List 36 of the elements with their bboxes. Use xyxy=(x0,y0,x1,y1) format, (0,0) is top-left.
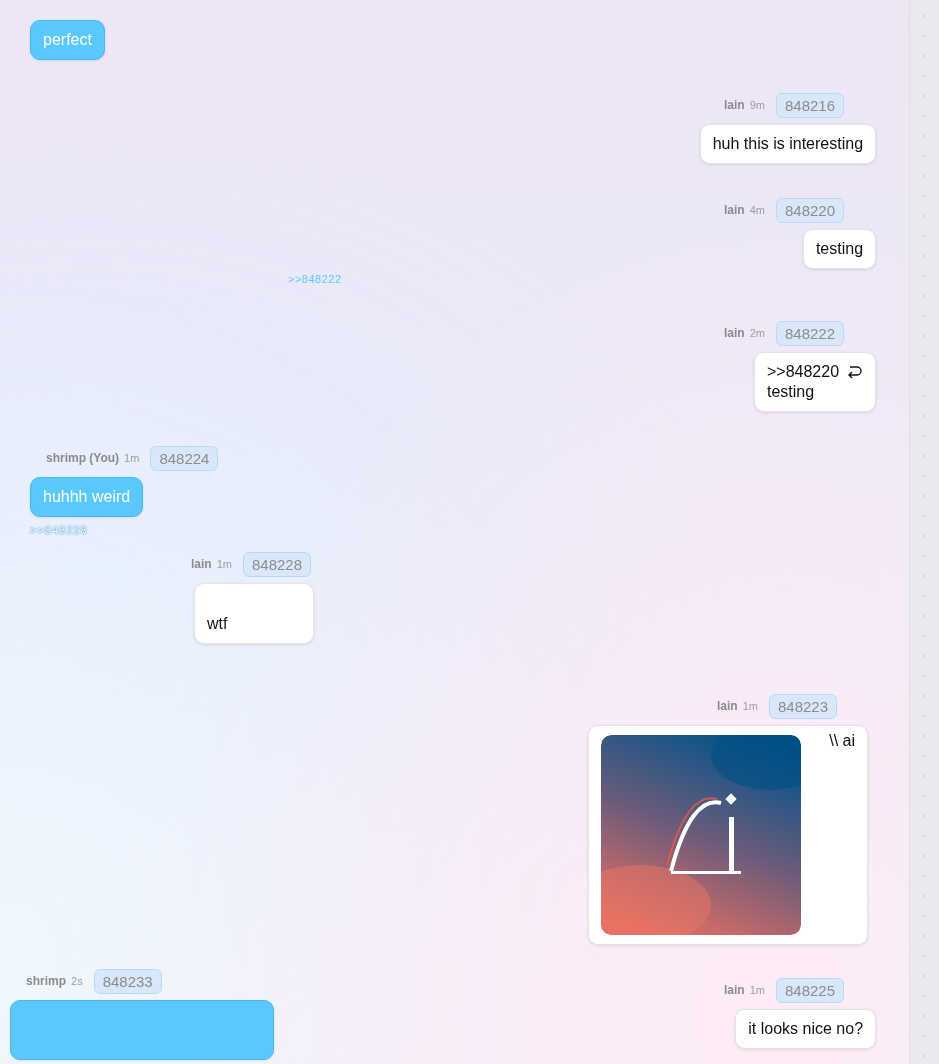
timestamp: 2m xyxy=(749,327,765,339)
post-id-badge[interactable]: 848216 xyxy=(775,92,845,118)
post-id-badge[interactable]: 848222 xyxy=(775,320,845,346)
timestamp: 1m xyxy=(749,984,765,996)
post-id-badge[interactable]: 848228 xyxy=(242,551,311,577)
reply-arrow-icon[interactable] xyxy=(847,365,864,379)
post-id-badge[interactable]: 848233 xyxy=(93,968,162,994)
author-name: lain xyxy=(724,326,745,340)
quote-link[interactable]: >>848220 xyxy=(766,362,840,382)
timestamp: 1m xyxy=(216,558,232,570)
post-id-badge[interactable]: 848225 xyxy=(775,977,845,1003)
timestamp: 4m xyxy=(749,204,765,216)
author-name: lain xyxy=(724,98,745,112)
message-text: huhhh weird xyxy=(43,487,131,507)
timestamp: 1m xyxy=(124,452,140,464)
post-id-badge[interactable]: 848223 xyxy=(768,693,838,719)
message-text: it looks nice no? xyxy=(748,1019,864,1039)
timestamp: 2s xyxy=(71,975,83,987)
backlink[interactable]: >>848222 xyxy=(288,273,342,285)
author-name: lain xyxy=(724,203,745,217)
author-name: lain xyxy=(191,557,212,571)
message-text: wtf xyxy=(207,614,228,634)
author-name: shrimp (You) xyxy=(46,451,120,465)
post-id-badge[interactable]: 848220 xyxy=(775,197,845,223)
author-name: lain xyxy=(724,983,745,997)
message-text: perfect xyxy=(43,30,92,50)
backlink[interactable]: >>848228 xyxy=(30,524,88,536)
post-id-badge[interactable]: 848224 xyxy=(150,445,219,471)
author-name: shrimp xyxy=(26,974,66,988)
message-text: testing xyxy=(766,382,815,402)
author-name: lain xyxy=(717,699,738,713)
timestamp: 1m xyxy=(742,700,758,712)
message-text: \\ ai xyxy=(829,731,856,751)
timestamp: 9m xyxy=(749,99,765,111)
message-text: huh this is interesting xyxy=(712,134,864,154)
message-text: testing xyxy=(815,239,864,259)
